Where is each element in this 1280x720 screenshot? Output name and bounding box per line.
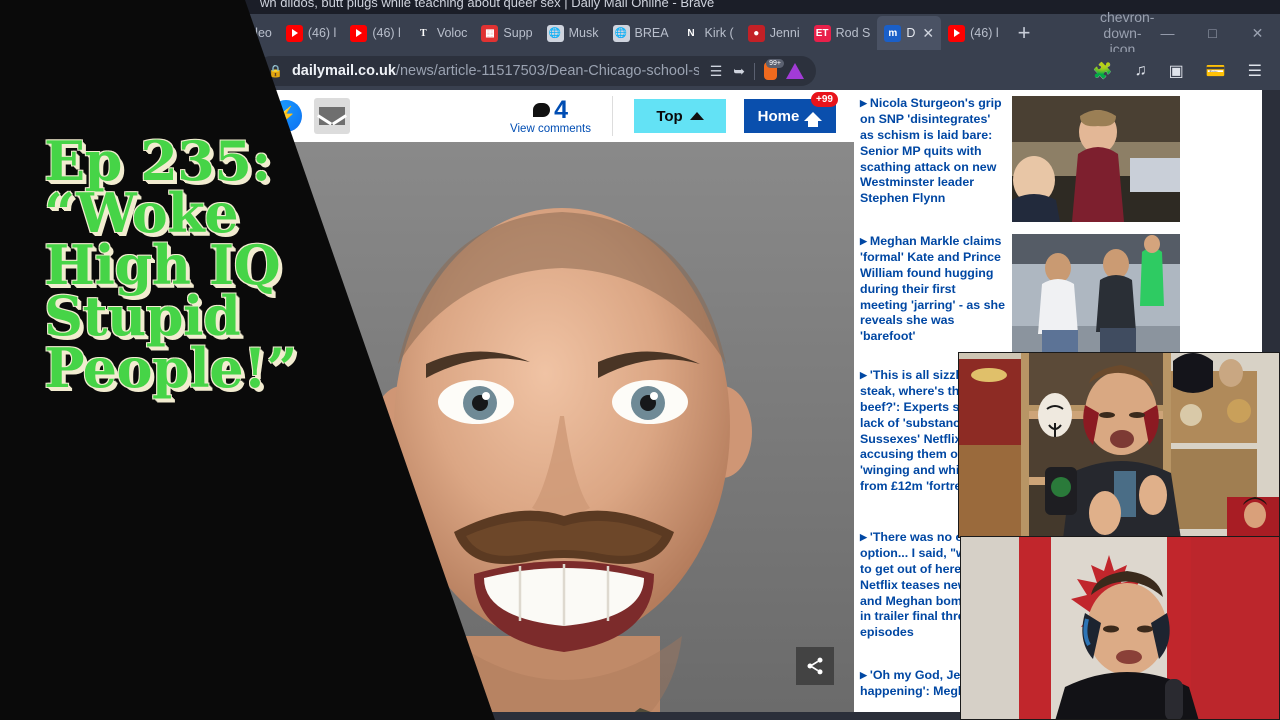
host-webcam-top (958, 352, 1280, 538)
tab-label: Supp (503, 26, 533, 40)
url-domain: dailymail.co.uk (291, 63, 396, 79)
top-button-label: Top (656, 107, 683, 125)
news-headline: Nicola Sturgeon's grip on SNP 'disintegr… (860, 96, 1006, 207)
thumb-sturgeon-image (1012, 96, 1180, 222)
close-tab-icon[interactable]: ✕ (922, 25, 934, 42)
red-square-icon: ▦ (481, 24, 499, 42)
tab-label: Kirk ( (704, 26, 734, 40)
brave-rewards-triangle-icon[interactable] (786, 63, 804, 79)
share-icon[interactable]: ➥ (733, 63, 745, 80)
thumb-photo (1012, 234, 1180, 356)
divider (612, 96, 613, 136)
tab-label: (46) l (307, 26, 337, 40)
tab-label: Rod S (835, 26, 871, 40)
browser-tab-active[interactable]: m D ✕ (877, 16, 942, 50)
share-nodes-icon (807, 657, 823, 675)
tab-label: Voloc (436, 26, 468, 40)
title-line: People!” (44, 336, 297, 401)
email-icon (319, 107, 345, 125)
hero-share-button[interactable] (796, 647, 834, 685)
browser-tab[interactable]: T Voloc (408, 16, 475, 50)
browser-tab[interactable]: (46) l (941, 16, 1005, 50)
new-tab-button[interactable]: + (1006, 22, 1043, 44)
url-path: /news/article-11517503/Dean-Chicago-scho… (395, 63, 699, 79)
window-controls: chevron-down-icon — □ ✕ (1100, 9, 1280, 57)
brave-wallet-icon[interactable]: 💳 (1206, 61, 1226, 81)
view-comments-label: View comments (510, 123, 591, 136)
news-headline: Meghan Markle claims 'formal' Kate and P… (860, 234, 1006, 345)
browser-tab[interactable]: N Kirk ( (676, 16, 741, 50)
puzzle-piece-icon[interactable]: 🧩 (1093, 61, 1113, 81)
view-comments-link[interactable]: 4 View comments (510, 95, 591, 136)
home-badge: +99 (811, 92, 838, 107)
tab-label: Musk (568, 26, 599, 40)
host-webcam-bottom (960, 536, 1280, 720)
tab-label: BREA (634, 26, 669, 40)
tab-label: Jenni (769, 26, 800, 40)
toolbar-right-icons: 🧩 ♫ ▣ 💳 ☰ (1093, 61, 1280, 81)
browser-tab[interactable]: (46) l (279, 16, 343, 50)
shields-count-badge: 99+ (766, 59, 784, 68)
globe-icon: 🌐 (546, 24, 564, 42)
youtube-icon (350, 24, 368, 42)
playlist-icon[interactable]: ♫ (1135, 62, 1147, 80)
scroll-to-top-button[interactable]: Top (634, 99, 726, 133)
minimize-button[interactable]: — (1145, 25, 1190, 41)
globe-icon: 🌐 (612, 24, 630, 42)
article-social-bar: ⚡ 4 View comments Top Home +99 (258, 90, 854, 142)
address-bar[interactable]: 🔒 dailymail.co.uk/news/article-11517503/… (256, 56, 816, 86)
thumb-photo (1012, 96, 1180, 222)
speech-bubble-icon (533, 102, 551, 117)
tab-label: (46) l (372, 26, 401, 40)
webcam-top-image (959, 353, 1279, 537)
t-letter-icon: T (419, 27, 427, 39)
youtube-icon (285, 24, 303, 42)
maximize-button[interactable]: □ (1190, 25, 1235, 41)
browser-tab[interactable]: (46) l (343, 16, 407, 50)
browser-tab[interactable]: ▦ Supp (474, 16, 539, 50)
navigation-toolbar: 🔒 dailymail.co.uk/news/article-11517503/… (222, 52, 1280, 90)
address-bar-url: dailymail.co.uk/news/article-11517503/De… (292, 63, 699, 79)
home-button[interactable]: Home +99 (744, 92, 838, 133)
sidebar-panel-icon[interactable]: ▣ (1169, 61, 1184, 81)
red-circle-icon: ● (747, 24, 765, 42)
hamburger-menu-icon[interactable]: ☰ (1248, 61, 1262, 81)
tab-search-chevron-down-icon[interactable]: chevron-down-icon (1100, 9, 1154, 57)
title-line: “Woke (44, 180, 239, 245)
brave-shields-icon[interactable]: 99+ (763, 59, 784, 80)
tab-label: D (906, 26, 916, 40)
thumb-meghan-harry-image (1012, 234, 1180, 356)
browser-tab[interactable]: ET Rod S (807, 16, 878, 50)
webcam-bottom-image (961, 537, 1279, 719)
youtube-icon (948, 24, 966, 42)
omnibox-divider (754, 62, 755, 80)
browser-tab[interactable]: 🌐 BREA (606, 16, 676, 50)
dailymail-icon: m (884, 24, 902, 42)
home-button-label: Home (757, 107, 800, 125)
episode-title-overlay: Ep 235: “Woke High IQ Stupid People!” (44, 134, 344, 401)
os-window-title: wn dildos, butt plugs while teaching abo… (260, 0, 715, 10)
browser-tab[interactable]: 🌐 Musk (540, 16, 606, 50)
et-icon: ET (813, 24, 831, 42)
news-list-item[interactable]: Nicola Sturgeon's grip on SNP 'disintegr… (860, 96, 1262, 222)
news-thumbnail[interactable] (1012, 96, 1180, 222)
comment-count: 4 (554, 95, 568, 124)
close-window-button[interactable]: ✕ (1235, 25, 1280, 42)
n-letter-icon: N (687, 27, 695, 39)
chevron-up-icon (689, 112, 704, 120)
tab-strip: ◉ deo (46) l (46) l T Voloc ▦ Supp 🌐 Mu (222, 9, 1280, 57)
news-thumbnail[interactable] (1012, 234, 1180, 356)
browser-tab[interactable]: ● Jenni (741, 16, 807, 50)
reader-mode-icon[interactable]: ☰ (710, 63, 723, 80)
tab-label: (46) l (970, 26, 999, 40)
home-icon (804, 111, 823, 127)
email-share-button[interactable] (314, 98, 350, 134)
screenshot-stage: wn dildos, butt plugs while teaching abo… (0, 0, 1280, 720)
news-list-item[interactable]: Meghan Markle claims 'formal' Kate and P… (860, 234, 1262, 356)
